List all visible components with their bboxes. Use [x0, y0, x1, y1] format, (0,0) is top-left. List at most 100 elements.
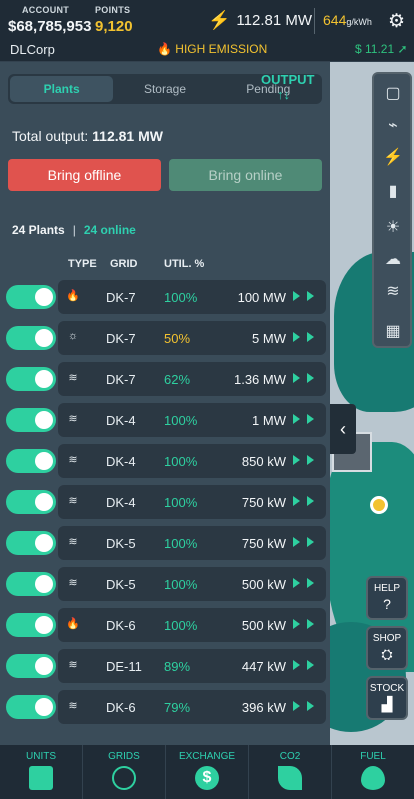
nav-co2[interactable]: CO2 — [249, 745, 332, 799]
wind-icon: ≋ — [68, 577, 78, 589]
column-util[interactable]: UTIL. % — [164, 258, 204, 270]
plant-online-toggle[interactable] — [6, 408, 56, 432]
plant-card[interactable]: ≋ DK-4 100% 850 kW — [58, 444, 326, 478]
column-output-sort[interactable]: OUTPUT ↑↓ — [261, 72, 314, 102]
square-icon[interactable]: ▢ — [380, 80, 406, 106]
plant-row[interactable]: 🔥 DK-6 100% 500 kW — [0, 608, 330, 642]
play-icon[interactable] — [307, 414, 314, 424]
plant-card[interactable]: ≋ DK-5 100% 750 kW — [58, 526, 326, 560]
toggle-knob — [35, 370, 53, 388]
play-icon[interactable] — [307, 619, 314, 629]
leaf-icon — [278, 766, 302, 790]
plant-utilization: 79% — [164, 700, 191, 715]
play-icon[interactable] — [293, 496, 300, 506]
wind-icon: ≋ — [68, 700, 78, 712]
account-label: ACCOUNT — [22, 5, 70, 15]
nav-units-label: UNITS — [26, 751, 56, 762]
play-icon[interactable] — [307, 496, 314, 506]
plant-online-toggle[interactable] — [6, 531, 56, 555]
stock-button[interactable]: STOCK ▟ — [366, 676, 408, 720]
plant-card[interactable]: ≋ DK-5 100% 500 kW — [58, 567, 326, 601]
plant-card[interactable]: ≋ DK-7 62% 1.36 MW — [58, 362, 326, 396]
toggle-knob — [35, 452, 53, 470]
gear-icon[interactable]: ⚙ — [388, 10, 405, 33]
plant-online-toggle[interactable] — [6, 367, 56, 391]
plant-grid: DK-7 — [106, 290, 136, 305]
plant-card[interactable]: ≋ DE-11 89% 447 kW — [58, 649, 326, 683]
bottom-nav: UNITS GRIDS EXCHANGE $ CO2 FUEL — [0, 745, 414, 799]
plant-grid: DK-6 — [106, 700, 136, 715]
plant-online-toggle[interactable] — [6, 326, 56, 350]
play-icon[interactable] — [293, 537, 300, 547]
sun-icon[interactable]: ☀ — [380, 214, 406, 240]
play-icon[interactable] — [293, 332, 300, 342]
plant-online-toggle[interactable] — [6, 285, 56, 309]
nav-units[interactable]: UNITS — [0, 745, 83, 799]
play-icon[interactable] — [293, 578, 300, 588]
plant-card[interactable]: ≋ DK-4 100% 1 MW — [58, 403, 326, 437]
play-icon[interactable] — [307, 291, 314, 301]
plant-row[interactable]: ≋ DK-5 100% 500 kW — [0, 567, 330, 601]
bring-offline-button[interactable]: Bring offline — [8, 159, 161, 191]
collapse-panel-button[interactable]: ‹ — [330, 404, 356, 454]
toggle-knob — [35, 493, 53, 511]
network-icon[interactable]: ⌁ — [380, 112, 406, 138]
bolt-icon[interactable]: ⚡ — [380, 144, 406, 170]
play-icon[interactable] — [307, 701, 314, 711]
plant-row[interactable]: ≋ DK-7 62% 1.36 MW — [0, 362, 330, 396]
plant-grid: DK-4 — [106, 413, 136, 428]
play-icon[interactable] — [293, 414, 300, 424]
tab-storage[interactable]: Storage — [113, 76, 216, 102]
plant-online-toggle[interactable] — [6, 490, 56, 514]
play-icon[interactable] — [293, 291, 300, 301]
nav-grids[interactable]: GRIDS — [83, 745, 166, 799]
plant-utilization: 100% — [164, 290, 198, 305]
play-icon[interactable] — [307, 660, 314, 670]
nav-fuel[interactable]: FUEL — [332, 745, 414, 799]
plant-row[interactable]: ☼ DK-7 50% 5 MW — [0, 321, 330, 355]
wind-icon: ≋ — [68, 536, 78, 548]
plant-online-toggle[interactable] — [6, 695, 56, 719]
plant-row[interactable]: ≋ DK-5 100% 750 kW — [0, 526, 330, 560]
plant-online-toggle[interactable] — [6, 449, 56, 473]
shop-button[interactable]: SHOP ⛭ — [366, 626, 408, 670]
plant-row[interactable]: ≋ DK-4 100% 1 MW — [0, 403, 330, 437]
online-count: 24 online — [83, 223, 136, 237]
plant-row[interactable]: ≋ DK-6 79% 396 kW — [0, 690, 330, 724]
play-icon[interactable] — [307, 455, 314, 465]
battery-icon[interactable]: ▮ — [380, 178, 406, 204]
bring-online-button[interactable]: Bring online — [169, 159, 322, 191]
play-icon[interactable] — [307, 332, 314, 342]
plant-card[interactable]: ≋ DK-4 100% 750 kW — [58, 485, 326, 519]
plant-card[interactable]: 🔥 DK-6 100% 500 kW — [58, 608, 326, 642]
plant-card[interactable]: 🔥 DK-7 100% 100 MW — [58, 280, 326, 314]
plant-row[interactable]: 🔥 DK-7 100% 100 MW — [0, 280, 330, 314]
play-icon[interactable] — [307, 537, 314, 547]
grid-node-marker[interactable] — [370, 496, 388, 514]
help-button[interactable]: HELP ? — [366, 576, 408, 620]
plant-row[interactable]: ≋ DE-11 89% 447 kW — [0, 649, 330, 683]
plant-card[interactable]: ☼ DK-7 50% 5 MW — [58, 321, 326, 355]
money-rate-value: $ 11.21 — [355, 42, 395, 56]
nav-exchange[interactable]: EXCHANGE $ — [166, 745, 249, 799]
plant-online-toggle[interactable] — [6, 572, 56, 596]
play-icon[interactable] — [307, 578, 314, 588]
plant-online-toggle[interactable] — [6, 613, 56, 637]
plant-row[interactable]: ≋ DK-4 100% 850 kW — [0, 444, 330, 478]
play-icon[interactable] — [307, 373, 314, 383]
power-readout: ⚡ 112.81 MW — [208, 10, 312, 31]
fire-icon: 🔥 — [66, 290, 80, 302]
wind-icon[interactable]: ≋ — [380, 278, 406, 304]
tab-plants[interactable]: Plants — [10, 76, 114, 102]
column-grid: GRID — [110, 258, 138, 270]
building-icon[interactable]: ▦ — [380, 318, 406, 344]
plant-row[interactable]: ≋ DK-4 100% 750 kW — [0, 485, 330, 519]
cloud-icon[interactable]: ☁ — [380, 246, 406, 272]
plant-card[interactable]: ≋ DK-6 79% 396 kW — [58, 690, 326, 724]
play-icon[interactable] — [293, 455, 300, 465]
play-icon[interactable] — [293, 660, 300, 670]
plant-online-toggle[interactable] — [6, 654, 56, 678]
play-icon[interactable] — [293, 373, 300, 383]
play-icon[interactable] — [293, 701, 300, 711]
play-icon[interactable] — [293, 619, 300, 629]
